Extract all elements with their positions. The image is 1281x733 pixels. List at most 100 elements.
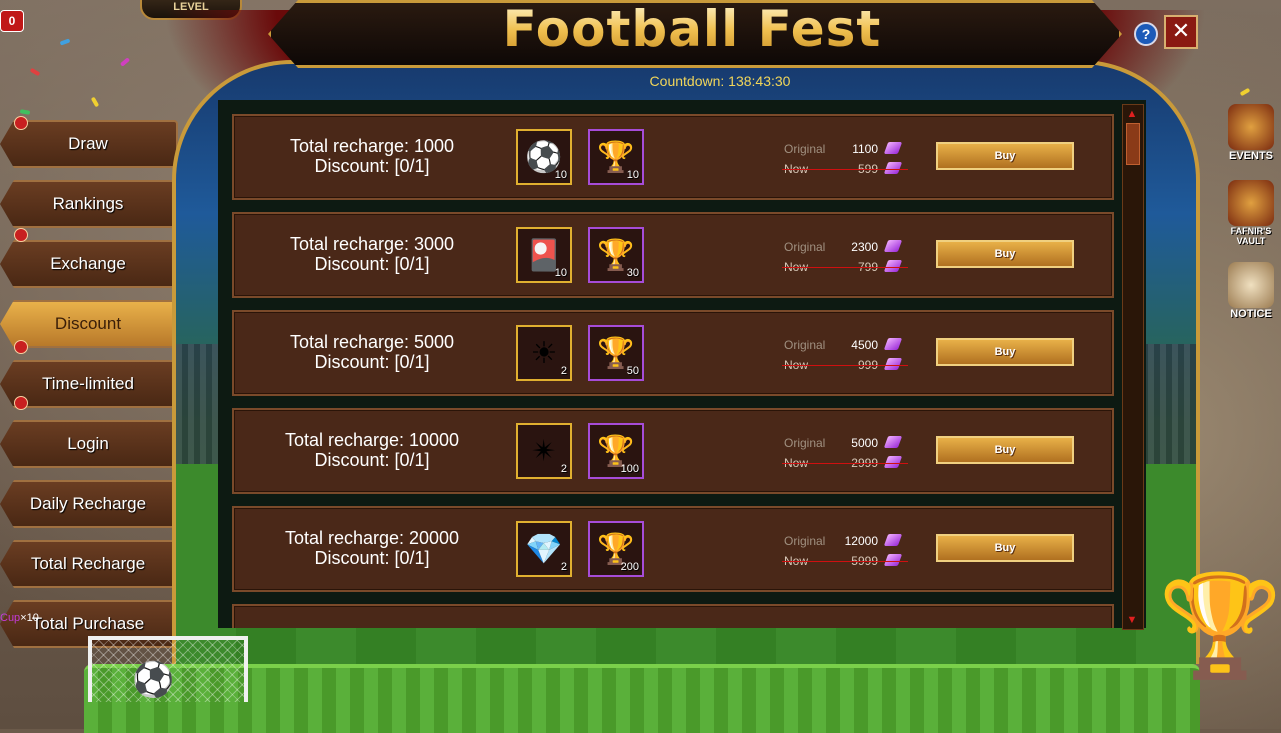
gem-icon bbox=[883, 260, 903, 272]
reward-quantity: 100 bbox=[620, 463, 639, 475]
offer-row: Total recharge: 3000 Discount: [0/1] 🎴 1… bbox=[232, 212, 1114, 298]
gem-icon bbox=[883, 436, 903, 448]
countdown-timer: Countdown: 138:43:30 bbox=[649, 73, 791, 89]
price-strikethrough bbox=[782, 169, 908, 170]
offer-requirement: Total recharge: 20000 Discount: [0/1] bbox=[234, 528, 510, 568]
original-value: 2300 bbox=[851, 240, 878, 254]
gem-icon bbox=[883, 162, 903, 174]
original-value: 4500 bbox=[851, 338, 878, 352]
reward-quantity: 30 bbox=[626, 267, 639, 279]
offer-row: Total recharge: 1000 Discount: [0/1] ⚽ 1… bbox=[232, 114, 1114, 200]
offer-discount-text: Discount: [0/1] bbox=[314, 156, 430, 176]
page-title: Football Fest bbox=[268, 0, 1116, 60]
reward-quantity: 10 bbox=[554, 267, 567, 279]
sidebar-item-7[interactable]: Total Recharge bbox=[0, 540, 178, 588]
close-button[interactable]: ✕ bbox=[1164, 15, 1198, 49]
notice-shortcut[interactable]: NOTICE bbox=[1222, 262, 1280, 320]
treasure-chest-icon bbox=[1228, 104, 1274, 150]
vault-label: FAFNIR'S VAULT bbox=[1230, 226, 1272, 246]
offer-row: Total recharge: 5000 Discount: [0/1] ☀ 2… bbox=[232, 310, 1114, 396]
reward-quantity: 10 bbox=[554, 169, 567, 181]
sidebar-item-1[interactable]: Rankings bbox=[0, 180, 178, 228]
reward-slot[interactable]: 🎴 10 bbox=[516, 227, 572, 283]
reward-slot[interactable]: 🏆 30 bbox=[588, 227, 644, 283]
scroll-down-arrow-icon[interactable]: ▼ bbox=[1125, 613, 1139, 627]
scroll-up-arrow-icon[interactable]: ▲ bbox=[1125, 107, 1139, 121]
offer-recharge-text: Total recharge: 3000 bbox=[289, 234, 455, 254]
reward-slot[interactable]: 💎 2 bbox=[516, 521, 572, 577]
original-value: 1100 bbox=[852, 142, 878, 156]
offer-list[interactable]: Total recharge: 1000 Discount: [0/1] ⚽ 1… bbox=[218, 100, 1146, 628]
events-shortcut[interactable]: EVENTS bbox=[1222, 104, 1280, 162]
cup-counter-count: ×10 bbox=[20, 612, 39, 624]
buy-button[interactable]: Buy bbox=[936, 338, 1074, 366]
sidebar-item-3[interactable]: Discount bbox=[0, 300, 178, 348]
grass-decoration bbox=[84, 664, 1200, 733]
star-crystal-icon: ✴ bbox=[531, 434, 557, 468]
help-button[interactable]: ? bbox=[1134, 22, 1158, 46]
notice-label: NOTICE bbox=[1230, 308, 1272, 320]
buy-button[interactable]: Buy bbox=[936, 534, 1074, 562]
sidebar-item-5[interactable]: Login bbox=[0, 420, 178, 468]
original-label: Original bbox=[784, 436, 826, 450]
reward-quantity: 10 bbox=[626, 169, 639, 181]
reward-slot[interactable]: 🏆 50 bbox=[588, 325, 644, 381]
offer-recharge-text: Total recharge: 5000 bbox=[289, 332, 455, 352]
buy-button[interactable]: Buy bbox=[936, 240, 1074, 268]
price-strikethrough bbox=[782, 365, 908, 366]
offer-requirement: Total recharge: 5000 Discount: [0/1] bbox=[234, 332, 510, 372]
sidebar-item-2[interactable]: Exchange bbox=[0, 240, 178, 288]
reward-slot[interactable]: ✴ 2 bbox=[516, 423, 572, 479]
original-label: Original bbox=[784, 338, 826, 352]
gem-icon bbox=[883, 240, 903, 252]
gem-icon bbox=[883, 456, 903, 468]
offer-recharge-text: Total recharge: 1000 bbox=[289, 136, 455, 156]
reward-quantity: 200 bbox=[620, 561, 639, 573]
price-strikethrough bbox=[782, 561, 908, 562]
price-strikethrough bbox=[782, 463, 908, 464]
original-label: Original bbox=[784, 240, 826, 254]
original-value: 12000 bbox=[844, 534, 878, 548]
gem-icon bbox=[883, 534, 903, 546]
offer-requirement: Total recharge: 1000 Discount: [0/1] bbox=[234, 136, 510, 176]
sidebar-item-6[interactable]: Daily Recharge bbox=[0, 480, 178, 528]
reward-quantity: 2 bbox=[560, 365, 567, 377]
offer-row: Total recharge: 20000 Discount: [0/1] 💎 … bbox=[232, 506, 1114, 592]
vault-shortcut[interactable]: FAFNIR'S VAULT bbox=[1222, 180, 1280, 246]
buy-button[interactable]: Buy bbox=[936, 436, 1074, 464]
scrollbar[interactable]: ▲ ▼ bbox=[1122, 104, 1144, 630]
reward-quantity: 2 bbox=[560, 463, 567, 475]
offer-requirement: Total recharge: 10000 Discount: [0/1] bbox=[234, 430, 510, 470]
price-strikethrough bbox=[782, 267, 908, 268]
offer-row bbox=[232, 604, 1114, 628]
gem-icon bbox=[883, 338, 903, 350]
vault-icon bbox=[1228, 180, 1274, 226]
gem-icon bbox=[883, 358, 903, 370]
notification-dot-icon bbox=[14, 340, 28, 354]
reward-slot[interactable]: 🏆 10 bbox=[588, 129, 644, 185]
notification-dot-icon bbox=[14, 228, 28, 242]
gem-icon bbox=[883, 142, 903, 154]
reward-slot[interactable]: ⚽ 10 bbox=[516, 129, 572, 185]
original-label: Original bbox=[784, 534, 826, 548]
offer-discount-text: Discount: [0/1] bbox=[314, 548, 430, 568]
reward-slot[interactable]: 🏆 100 bbox=[588, 423, 644, 479]
currency-badge[interactable]: 0 bbox=[0, 10, 24, 32]
offer-discount-text: Discount: [0/1] bbox=[314, 352, 430, 372]
scroll-thumb[interactable] bbox=[1126, 123, 1140, 165]
offer-recharge-text: Total recharge: 10000 bbox=[284, 430, 460, 450]
sidebar-menu: Draw Rankings Exchange Discount Time-limited… bbox=[0, 116, 178, 660]
offer-row: Total recharge: 10000 Discount: [0/1] ✴ … bbox=[232, 408, 1114, 494]
reward-slot[interactable]: 🏆 200 bbox=[588, 521, 644, 577]
offer-discount-text: Discount: [0/1] bbox=[314, 254, 430, 274]
buy-button[interactable]: Buy bbox=[936, 142, 1074, 170]
offer-discount-text: Discount: [0/1] bbox=[314, 450, 430, 470]
cup-counter: Cup×10 bbox=[0, 612, 39, 624]
original-label: Original bbox=[784, 142, 826, 156]
offer-requirement: Total recharge: 3000 Discount: [0/1] bbox=[234, 234, 510, 274]
reward-slot[interactable]: ☀ 2 bbox=[516, 325, 572, 381]
events-label: EVENTS bbox=[1228, 150, 1273, 162]
original-value: 5000 bbox=[851, 436, 878, 450]
reward-quantity: 2 bbox=[560, 561, 567, 573]
sidebar-item-0[interactable]: Draw bbox=[0, 120, 178, 168]
